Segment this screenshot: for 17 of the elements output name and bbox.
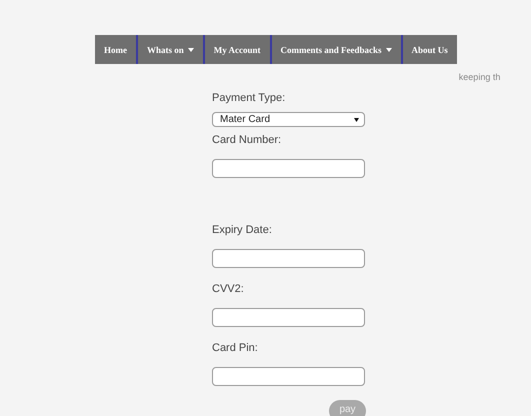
payment-type-dropdown[interactable]: Mater Card <box>212 112 365 127</box>
input-field[interactable] <box>212 367 365 386</box>
input-field[interactable] <box>212 249 365 268</box>
field-label: Card Number: <box>212 133 282 147</box>
input-field[interactable] <box>212 308 365 327</box>
field-label: Payment Type: <box>212 91 286 105</box>
tagline: keeping th <box>458 72 500 82</box>
field-label: Card Pin: <box>212 341 259 355</box>
nav-link[interactable]: About Us <box>402 35 457 64</box>
caret-icon <box>354 118 359 122</box>
nav-link[interactable]: My Account <box>204 35 272 64</box>
input-field[interactable] <box>212 159 365 178</box>
nav-link[interactable]: Comments and Feedbacks <box>272 35 403 64</box>
nav-link[interactable]: Home <box>95 35 138 64</box>
field-label: Expiry Date: <box>212 223 273 237</box>
nav-link[interactable]: Whats on <box>138 35 205 64</box>
field-label: CVV2: <box>212 282 245 296</box>
